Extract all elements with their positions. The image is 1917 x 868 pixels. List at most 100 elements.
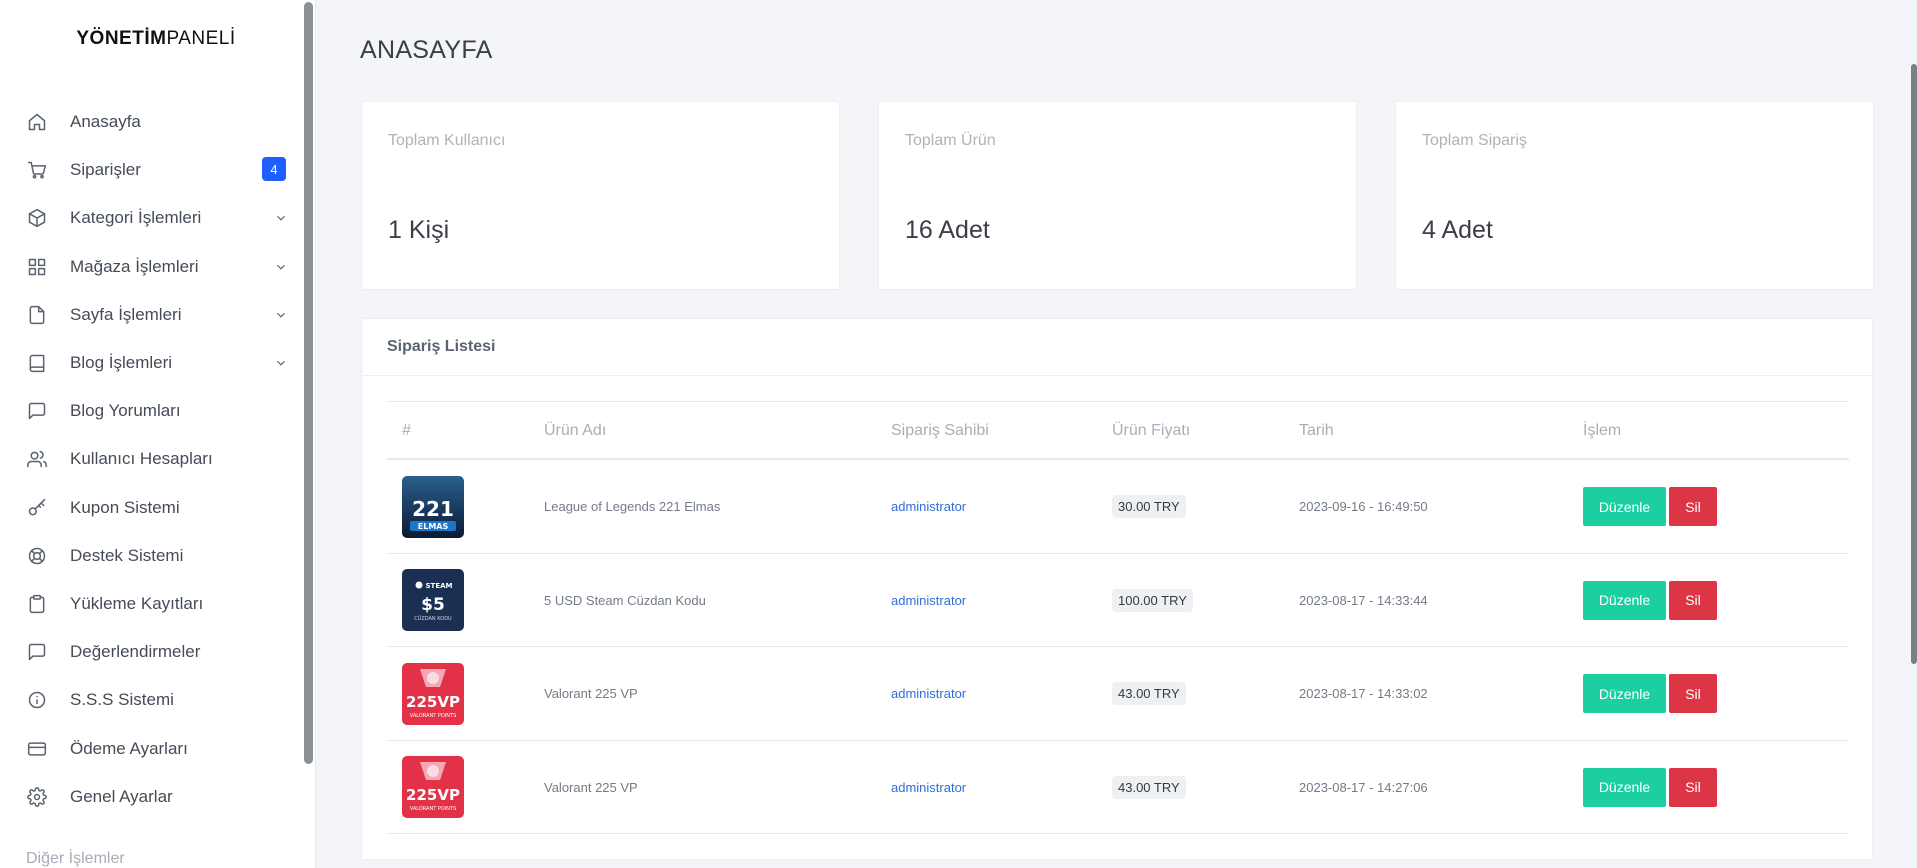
sidebar-section-label: Diğer İşlemler	[26, 850, 125, 867]
chevron-down-icon	[274, 260, 288, 274]
sidebar-item-label: Değerlendirmeler	[70, 642, 201, 662]
price-badge: 100.00 TRY	[1112, 588, 1193, 612]
order-owner-link[interactable]: administrator	[891, 780, 966, 795]
delete-button[interactable]: Sil	[1669, 580, 1717, 620]
svg-text:VALORANT POINTS: VALORANT POINTS	[410, 713, 457, 719]
order-owner-link[interactable]: administrator	[891, 686, 966, 701]
table-row: STEAM $5 CÜZDAN KODU 5 USD Steam Cüzdan Ko…	[387, 554, 1849, 647]
sidebar-item-destek[interactable]: Destek Sistemi	[0, 532, 300, 580]
page-title: ANASAYFA	[360, 36, 493, 64]
column-header: Ürün Fiyatı	[1112, 421, 1191, 439]
stat-card-orders: Toplam Sipariş 4 Adet	[1395, 101, 1874, 290]
product-thumbnail[interactable]: STEAM $5 CÜZDAN KODU	[402, 569, 464, 631]
edit-button[interactable]: Düzenle	[1583, 674, 1666, 713]
product-thumbnail[interactable]: 221 ELMAS	[402, 475, 464, 538]
sidebar-item-degerlendirmeler[interactable]: Değerlendirmeler	[0, 628, 300, 676]
thumb-cell: STEAM $5 CÜZDAN KODU	[402, 554, 464, 647]
sidebar-item-label: Yükleme Kayıtları	[70, 593, 204, 613]
price-cell: 43.00 TRY	[1112, 741, 1186, 834]
column-header: Sipariş Sahibi	[891, 421, 989, 439]
table-body: 221 ELMAS League of Legends 221 Elmas adm…	[387, 460, 1849, 834]
product-thumbnail[interactable]: 225VP VALORANT POINTS	[402, 662, 464, 725]
svg-text:$5: $5	[421, 595, 445, 615]
stat-label: Toplam Kullanıcı	[388, 132, 506, 149]
sidebar-item-genel-ayarlar[interactable]: Genel Ayarlar	[0, 773, 300, 821]
stat-label: Toplam Ürün	[905, 132, 996, 149]
thumb-cell: 221 ELMAS	[402, 460, 464, 553]
column-header: Tarih	[1299, 421, 1334, 439]
order-date: 2023-08-17 - 14:33:02	[1299, 686, 1428, 701]
sidebar-item-blog[interactable]: Blog İşlemleri	[0, 339, 300, 387]
sidebar-item-magaza[interactable]: Mağaza İşlemleri	[0, 243, 300, 291]
sidebar-item-label: Kupon Sistemi	[70, 497, 180, 517]
book-icon	[26, 352, 48, 374]
sidebar-scrollbar[interactable]	[304, 2, 313, 764]
sidebar-item-label: Siparişler	[70, 160, 141, 180]
order-date: 2023-09-16 - 16:49:50	[1299, 499, 1428, 514]
home-icon	[26, 111, 48, 133]
table-header: # Ürün Adı Sipariş Sahibi Ürün Fiyatı Ta…	[387, 401, 1849, 460]
sidebar-item-sss[interactable]: S.S.S Sistemi	[0, 676, 300, 724]
price-badge: 43.00 TRY	[1112, 682, 1186, 705]
sidebar-item-kategori[interactable]: Kategori İşlemleri	[0, 194, 300, 242]
delete-button[interactable]: Sil	[1669, 767, 1717, 807]
comment-icon	[26, 641, 48, 663]
cart-icon	[26, 159, 48, 181]
svg-text:VALORANT POINTS: VALORANT POINTS	[410, 806, 457, 812]
column-header: Ürün Adı	[544, 421, 607, 439]
product-name: League of Legends 221 Elmas	[544, 499, 721, 514]
file-icon	[26, 304, 48, 326]
comment-icon	[26, 400, 48, 422]
edit-button[interactable]: Düzenle	[1583, 487, 1666, 526]
order-date: 2023-08-17 - 14:27:06	[1299, 779, 1428, 795]
orders-count-badge: 4	[262, 157, 286, 182]
chevron-down-icon	[274, 356, 288, 370]
owner-cell: administrator	[891, 460, 966, 553]
table-row: 221 ELMAS League of Legends 221 Elmas adm…	[387, 460, 1849, 554]
order-date: 2023-08-17 - 14:33:44	[1299, 592, 1428, 608]
sidebar-item-blog-yorumlari[interactable]: Blog Yorumları	[0, 387, 300, 435]
delete-button[interactable]: Sil	[1669, 487, 1717, 526]
edit-button[interactable]: Düzenle	[1583, 767, 1666, 807]
sidebar-item-siparisler[interactable]: Siparişler 4	[0, 146, 300, 194]
sidebar-item-odeme[interactable]: Ödeme Ayarları	[0, 724, 300, 772]
order-owner-link[interactable]: administrator	[891, 499, 966, 514]
table-row: 225VP VALORANT POINTS Valorant 225 VP adm…	[387, 741, 1849, 834]
page-scrollbar[interactable]	[1911, 64, 1917, 664]
product-thumbnail[interactable]: 225VP VALORANT POINTS	[402, 756, 464, 818]
orders-table: # Ürün Adı Sipariş Sahibi Ürün Fiyatı Ta…	[387, 401, 1849, 834]
lifebuoy-icon	[26, 545, 48, 567]
orders-card: Sipariş Listesi # Ürün Adı Sipariş Sahib…	[361, 318, 1873, 860]
sidebar-item-anasayfa[interactable]: Anasayfa	[0, 98, 300, 146]
chevron-down-icon	[274, 308, 288, 322]
actions-cell: Düzenle Sil	[1583, 460, 1717, 553]
sidebar-item-label: Mağaza İşlemleri	[70, 256, 199, 276]
sidebar-item-kullanici[interactable]: Kullanıcı Hesapları	[0, 435, 300, 483]
stat-value: 1 Kişi	[388, 216, 450, 244]
owner-cell: administrator	[891, 554, 966, 647]
owner-cell: administrator	[891, 647, 966, 740]
info-icon	[26, 689, 48, 711]
main-content: ANASAYFA Toplam Kullanıcı 1 Kişi Toplam …	[316, 0, 1917, 868]
key-icon	[26, 497, 48, 519]
credit-card-icon	[26, 738, 48, 760]
product-name: 5 USD Steam Cüzdan Kodu	[544, 592, 706, 608]
actions-cell: Düzenle Sil	[1583, 647, 1717, 740]
delete-button[interactable]: Sil	[1669, 674, 1717, 713]
order-owner-link[interactable]: administrator	[891, 593, 966, 608]
sidebar-item-label: Kullanıcı Hesapları	[70, 449, 213, 469]
brand-logo[interactable]: YÖNETİMPANELİ	[0, 28, 312, 50]
price-cell: 30.00 TRY	[1112, 460, 1186, 553]
sidebar-item-yukleme[interactable]: Yükleme Kayıtları	[0, 580, 300, 628]
sidebar-item-sayfa[interactable]: Sayfa İşlemleri	[0, 291, 300, 339]
sidebar-item-label: Ödeme Ayarları	[70, 738, 188, 758]
clipboard-icon	[26, 593, 48, 615]
sidebar-item-label: Sayfa İşlemleri	[70, 304, 182, 324]
svg-text:CÜZDAN KODU: CÜZDAN KODU	[414, 615, 452, 622]
stat-value: 4 Adet	[1422, 216, 1493, 244]
sidebar-item-kupon[interactable]: Kupon Sistemi	[0, 484, 300, 532]
edit-button[interactable]: Düzenle	[1583, 580, 1666, 620]
stat-value: 16 Adet	[905, 216, 990, 244]
brand-bold: YÖNETİM	[76, 28, 167, 49]
svg-text:225VP: 225VP	[406, 693, 460, 711]
